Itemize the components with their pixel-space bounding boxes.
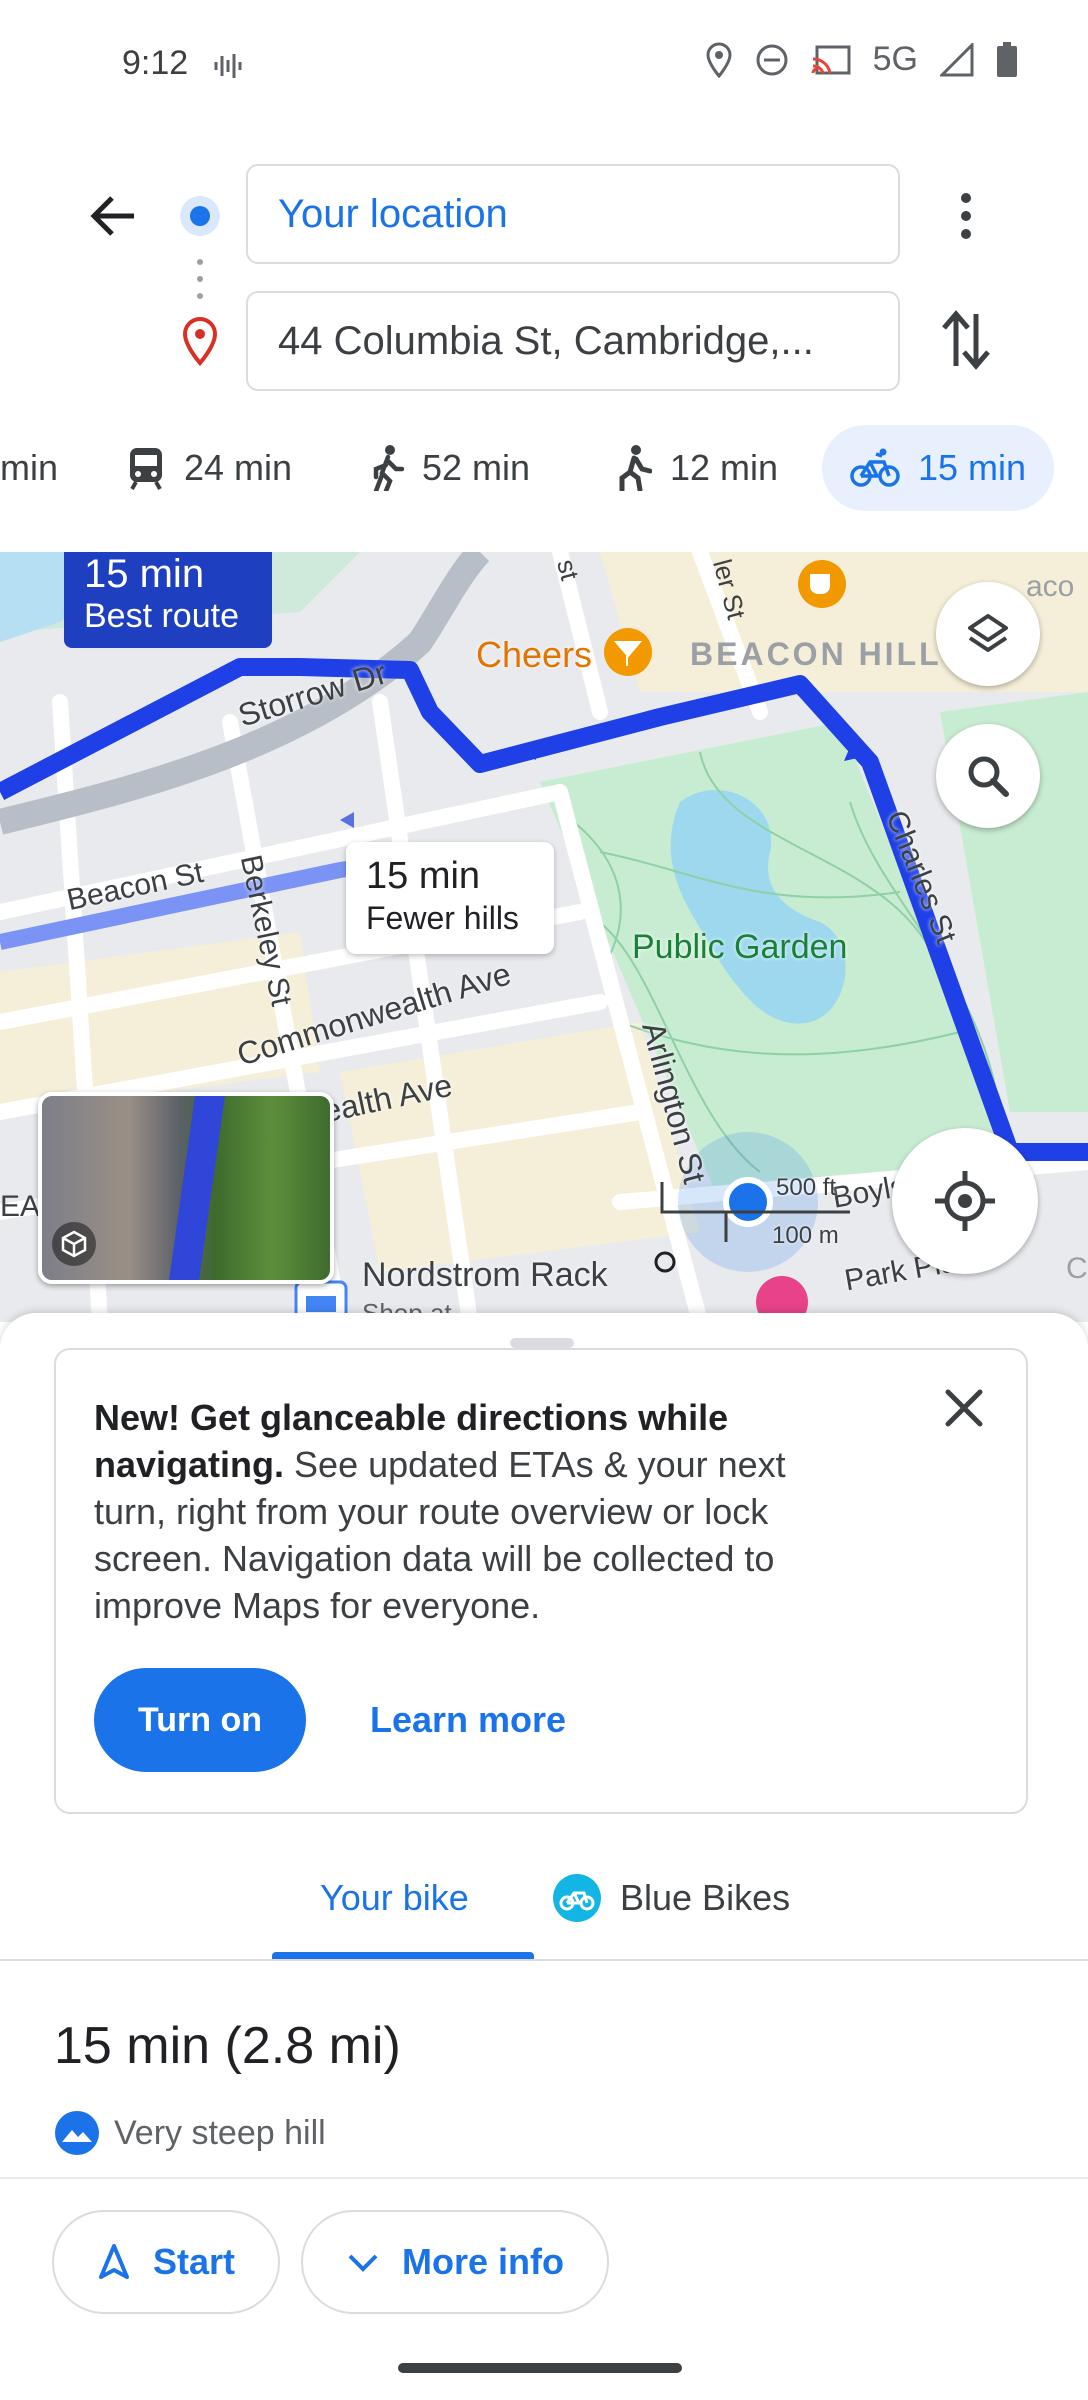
search-along-route-button[interactable] <box>936 724 1040 828</box>
recenter-button[interactable] <box>892 1128 1038 1274</box>
mode-walking[interactable]: 52 min <box>370 425 530 511</box>
3d-view-icon <box>52 1222 96 1266</box>
summary-divider <box>0 2177 1088 2179</box>
poi-nordstrom-rack[interactable]: Nordstrom Rack <box>362 1256 608 1295</box>
route-warning: Very steep hill <box>54 2110 326 2156</box>
destination-input[interactable]: 44 Columbia St, Cambridge,... <box>246 291 900 391</box>
route-summary: 15 min (2.8 mi) <box>54 2016 401 2076</box>
mode-walking-label: 52 min <box>422 447 531 488</box>
poi-cheers[interactable]: Cheers <box>476 634 592 676</box>
current-location-dot <box>723 1177 773 1227</box>
tab-your-bike[interactable]: Your bike <box>320 1858 469 1938</box>
tab-blue-bikes[interactable]: Blue Bikes <box>552 1858 790 1938</box>
status-icons: 5G <box>705 40 1018 79</box>
mode-rideshare-label: 12 min <box>670 447 779 488</box>
walk-icon <box>373 445 404 491</box>
tab-your-bike-label: Your bike <box>320 1877 469 1918</box>
more-info-button[interactable]: More info <box>301 2210 609 2314</box>
mode-cycling-label: 15 min <box>918 447 1027 488</box>
home-indicator[interactable] <box>398 2363 682 2373</box>
mode-transit[interactable]: 24 min <box>126 425 292 511</box>
start-button[interactable]: Start <box>52 2210 280 2314</box>
location-status-icon <box>706 41 732 78</box>
search-icon <box>968 756 1009 797</box>
signal-icon <box>940 42 974 76</box>
alt-route-time: 15 min <box>366 855 481 897</box>
origin-input[interactable]: Your location <box>246 164 900 264</box>
origin-dot-icon <box>180 196 220 236</box>
rideshare-icon <box>619 445 652 491</box>
mode-driving-label: min <box>0 447 59 488</box>
route-duration: 15 min <box>54 2017 211 2075</box>
back-arrow-icon[interactable] <box>84 186 144 246</box>
more-options-icon[interactable] <box>946 188 986 244</box>
navigation-arrow-icon <box>98 2244 129 2279</box>
area-label-beacon-hill: BEACON HILL <box>690 636 942 672</box>
bike-share-icon <box>553 1874 601 1922</box>
layers-button[interactable] <box>936 582 1040 686</box>
turn-on-button[interactable]: Turn on <box>94 1668 306 1772</box>
alt-route-subtitle: Fewer hills <box>366 900 519 936</box>
network-type: 5G <box>872 40 918 78</box>
best-route-subtitle: Best route <box>84 597 239 635</box>
tab-blue-bikes-label: Blue Bikes <box>620 1877 791 1918</box>
status-bar: 9:12 5G <box>0 0 1088 140</box>
tab-divider <box>0 1959 1088 1961</box>
travel-mode-bar: min 24 min 52 min 12 min 15 min <box>0 425 1088 535</box>
start-label: Start <box>152 2241 236 2282</box>
alt-route-label[interactable]: 15 min Fewer hills <box>346 842 554 954</box>
mode-cycling[interactable]: 15 min <box>822 425 1055 511</box>
steep-hill-icon <box>55 2111 99 2155</box>
more-info-label: More info <box>402 2241 564 2282</box>
edge-label-right: C <box>1066 1252 1088 1285</box>
edge-label-top: aco <box>1026 570 1075 603</box>
mode-transit-label: 24 min <box>184 447 293 488</box>
my-location-icon <box>935 1171 995 1231</box>
vibrate-icon <box>214 54 242 78</box>
do-not-disturb-icon <box>756 44 788 75</box>
bike-icon <box>850 448 900 487</box>
route-warning-text: Very steep hill <box>114 2113 326 2152</box>
poi-public-garden[interactable]: Public Garden <box>632 928 847 967</box>
cast-icon <box>811 45 851 74</box>
map-view[interactable]: Storrow Dr Beacon St Berkeley St Commonw… <box>0 552 1088 1322</box>
scale-metric: 100 m <box>772 1222 839 1249</box>
battery-icon <box>997 41 1017 77</box>
best-route-label[interactable]: 15 min Best route <box>64 552 272 648</box>
scale-imperial: 500 ft <box>776 1174 837 1201</box>
transit-icon <box>130 448 162 490</box>
best-route-time: 15 min <box>84 552 205 596</box>
tab-indicator <box>272 1952 534 1959</box>
destination-pin-icon <box>182 316 218 366</box>
mode-rideshare[interactable]: 12 min <box>612 425 778 511</box>
promo-text: New! Get glanceable directions while nav… <box>94 1394 854 1629</box>
chevron-down-icon <box>348 2254 378 2272</box>
learn-more-button[interactable]: Learn more <box>370 1668 566 1772</box>
sheet-drag-handle[interactable] <box>510 1338 574 1348</box>
edge-label-left: EA <box>0 1190 41 1223</box>
close-icon[interactable] <box>938 1382 990 1434</box>
mode-driving[interactable]: min <box>0 425 58 511</box>
route-dots-icon <box>197 259 203 299</box>
status-time: 9:12 <box>122 44 189 82</box>
swap-directions-icon[interactable] <box>936 308 996 372</box>
street-view-thumbnail[interactable] <box>38 1092 334 1284</box>
layers-icon <box>968 614 1008 652</box>
route-distance: (2.8 mi) <box>224 2017 401 2075</box>
